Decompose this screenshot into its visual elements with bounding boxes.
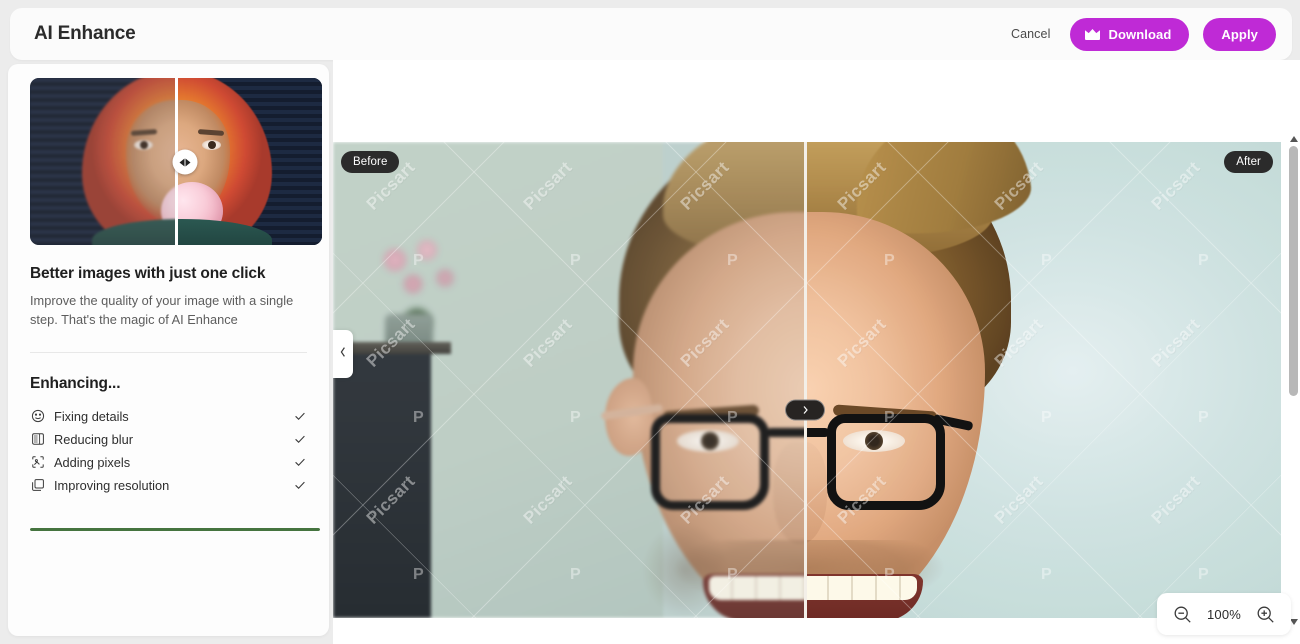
zoom-level-value: 100% (1206, 606, 1242, 622)
download-button-label: Download (1108, 26, 1172, 42)
compare-split-line (804, 142, 807, 618)
scrollbar-thumb[interactable] (1289, 146, 1298, 396)
check-icon (293, 432, 307, 446)
zoom-control-bar: 100% (1157, 593, 1291, 635)
task-row: Fixing details (30, 405, 307, 428)
sidebar-divider (30, 351, 307, 353)
enhancing-task-list: Fixing details Reducing blur Adding pixe… (30, 405, 307, 497)
check-icon (293, 409, 307, 423)
after-label-badge: After (1224, 151, 1273, 173)
enhancing-status-title: Enhancing... (30, 374, 121, 392)
app-root: AI Enhance Cancel Download Apply Better … (0, 0, 1300, 644)
smiley-face-icon (30, 409, 45, 424)
expand-frame-icon (30, 455, 45, 470)
enhance-progress-bar (30, 527, 320, 531)
task-label: Fixing details (54, 408, 129, 424)
task-row: Reducing blur (30, 428, 307, 451)
magnifier-plus-icon[interactable] (1254, 603, 1277, 626)
photo-before-half (333, 142, 805, 618)
magnifier-minus-icon[interactable] (1171, 603, 1194, 626)
before-label-badge: Before (341, 151, 400, 173)
sidebar-heading: Better images with just one click (30, 265, 266, 282)
photo-after-half (805, 142, 1281, 618)
chevron-right-icon (801, 405, 810, 416)
thumbnail-before-half (30, 78, 176, 245)
before-after-comparison[interactable]: Picsart P Picsart P Picsart P Picsart P Picsart P… (333, 142, 1281, 618)
layers-icon (30, 478, 45, 493)
check-icon (293, 455, 307, 469)
task-row: Adding pixels (30, 451, 307, 474)
canvas-vertical-scrollbar[interactable] (1287, 132, 1300, 628)
caret-up-icon[interactable] (1287, 132, 1300, 145)
chevron-left-icon (339, 345, 347, 363)
before-after-thumbnail[interactable] (30, 78, 322, 245)
task-row: Improving resolution (30, 474, 307, 497)
compare-slider-handle[interactable] (785, 399, 825, 421)
chevron-left-icon (179, 158, 185, 166)
check-icon (293, 478, 307, 492)
image-sharpen-icon (30, 432, 45, 447)
thumbnail-after-half (176, 78, 322, 245)
editor-canvas: Picsart P Picsart P Picsart P Picsart P Picsart P… (333, 60, 1300, 644)
task-label: Adding pixels (54, 454, 131, 470)
thumbnail-compare-handle[interactable] (172, 149, 198, 175)
task-label: Reducing blur (54, 431, 133, 447)
collapse-sidebar-tab[interactable] (333, 330, 353, 378)
page-title: AI Enhance (34, 23, 136, 44)
chevron-right-icon (185, 158, 191, 166)
enhance-progress-fill (30, 527, 320, 531)
download-button[interactable]: Download (1070, 17, 1190, 51)
crown-icon (1084, 28, 1101, 41)
header-actions: Cancel Download Apply (1005, 17, 1276, 51)
task-label: Improving resolution (54, 477, 170, 493)
app-header: AI Enhance Cancel Download Apply (10, 8, 1292, 60)
cancel-button[interactable]: Cancel (1005, 19, 1057, 49)
apply-button[interactable]: Apply (1203, 17, 1276, 51)
sidebar-panel: Better images with just one click Improv… (8, 64, 329, 636)
sidebar-description: Improve the quality of your image with a… (30, 293, 294, 327)
